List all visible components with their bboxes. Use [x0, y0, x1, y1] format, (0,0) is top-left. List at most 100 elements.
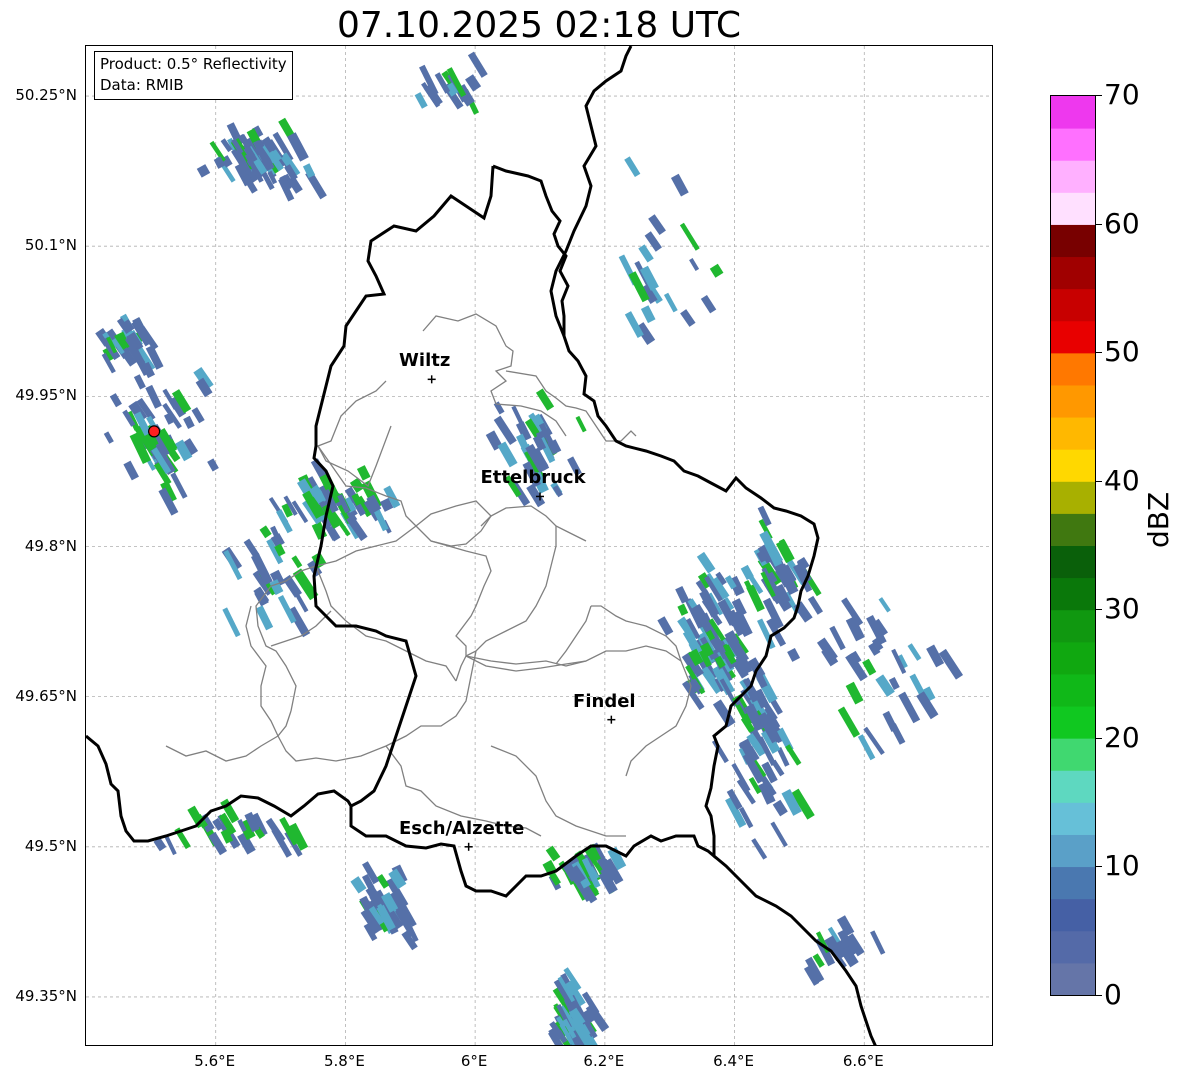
canton-boundary [245, 605, 279, 737]
latitude-tick-label: 49.35°N [15, 986, 77, 1005]
radar-echo-pixel [670, 173, 689, 197]
colorbar-segment [1051, 545, 1095, 579]
canton-boundary [555, 605, 592, 665]
radar-echo-pixel [882, 710, 898, 732]
radar-echo-pixel [624, 156, 641, 178]
radar-echo-pixel [878, 597, 891, 613]
radar-echo-pixel [259, 525, 272, 539]
colorbar-segment [1051, 930, 1095, 964]
longitude-tick-label: 5.8°E [324, 1052, 365, 1070]
colorbar-tick-mark [1096, 480, 1102, 482]
radar-echo-pixel [109, 393, 122, 408]
radar-echo-pixel [807, 595, 824, 615]
colorbar-segment [1051, 481, 1095, 514]
colorbar-segment [1051, 866, 1095, 900]
colorbar-segment [1051, 962, 1095, 995]
canton-boundary [422, 313, 567, 437]
radar-echo-pixel [938, 648, 964, 680]
canton-boundary [315, 565, 457, 682]
canton-boundary [270, 525, 417, 587]
longitude-tick-label: 6.6°E [842, 1052, 884, 1070]
radar-echo-pixel [837, 706, 861, 738]
colorbar-segment [1051, 352, 1095, 386]
colorbar-segment [1051, 770, 1095, 803]
colorbar-tick-mark [1096, 737, 1102, 739]
latitude-tick-label: 50.1°N [24, 236, 77, 255]
radar-echo-pixel [545, 845, 561, 862]
latitude-tick-label: 49.65°N [15, 686, 77, 705]
colorbar-tick-mark [1096, 866, 1102, 868]
radar-echo-pixel [829, 625, 846, 651]
colorbar-segment [1051, 160, 1095, 193]
latitude-tick-label: 49.5°N [24, 836, 77, 855]
colorbar-segment [1051, 834, 1095, 868]
colorbar-tick-label: 10 [1104, 849, 1140, 883]
latitude-tick-label: 50.25°N [15, 86, 77, 105]
radar-echo-pixel [145, 384, 162, 409]
radar-echo-pixel [575, 415, 587, 433]
radar-echo-pixel [709, 263, 724, 278]
colorbar-tick-label: 30 [1104, 592, 1140, 626]
national-borders [86, 46, 877, 1045]
radar-echo-pixel [467, 51, 488, 78]
canton-boundary [165, 735, 279, 762]
reflectivity-colorbar [1050, 95, 1096, 996]
colorbar-tick-mark [1096, 352, 1102, 354]
colorbar-tick-label: 0 [1104, 978, 1122, 1011]
radar-echo-pixel [164, 835, 177, 856]
radar-echo-pixel [907, 643, 922, 661]
latitude-tick-label: 49.95°N [15, 386, 77, 405]
product-line: Product: 0.5° Reflectivity [100, 55, 287, 73]
radar-echo-pixel [845, 616, 865, 642]
colorbar-tick-mark [1096, 95, 1102, 96]
radar-echo-pixel [680, 309, 696, 327]
colorbar-segment [1051, 706, 1095, 739]
city-label: Ettelbruck [480, 467, 586, 489]
colorbar-segment [1051, 128, 1095, 161]
radar-echo-pixel [196, 164, 211, 178]
colorbar-segment [1051, 384, 1095, 418]
radar-echo-pixel [772, 799, 788, 817]
latitude-tick-label: 49.8°N [24, 536, 77, 555]
radar-echo-pixel [222, 607, 241, 638]
colorbar-segment [1051, 609, 1095, 643]
colorbar-tick-mark [1096, 609, 1102, 611]
canton-boundary [465, 526, 557, 657]
radar-echo-pixel [751, 838, 768, 860]
colorbar-tick-label: 20 [1104, 720, 1140, 754]
colorbar-segment [1051, 673, 1095, 707]
colorbar-segment [1051, 320, 1095, 354]
radar-echoes [95, 51, 964, 1045]
longitude-tick-label: 6.4°E [713, 1052, 754, 1070]
colorbar-tick-label: 50 [1104, 335, 1140, 369]
colorbar-segment [1051, 577, 1095, 611]
canton-boundary [430, 540, 492, 682]
radar-echo-pixel [465, 74, 482, 92]
longitude-tick-label: 6.2°E [583, 1052, 625, 1070]
city-label: Findel [573, 690, 636, 712]
colorbar-segment [1051, 802, 1095, 835]
germany-border [549, 46, 633, 337]
radar-echo-pixel [356, 465, 371, 481]
radar-echo-pixel [770, 821, 788, 848]
colorbar-tick-label: 60 [1104, 206, 1140, 240]
radar-echo-pixel [103, 431, 114, 444]
gridlines [86, 46, 992, 1045]
radar-echo-pixel [565, 1044, 578, 1045]
colorbar-tick-mark [1096, 995, 1102, 996]
colorbar-label: dBZ [1142, 491, 1175, 548]
radar-echo-pixel [414, 92, 428, 109]
colorbar-segment [1051, 513, 1095, 546]
product-info-box: Product: 0.5° Reflectivity Data: RMIB [94, 51, 293, 100]
radar-site-marker [147, 425, 161, 438]
radar-echo-pixel [243, 538, 260, 559]
radar-echo-pixel [638, 244, 654, 263]
colorbar-tick-label: 70 [1104, 78, 1140, 111]
city-label: Wiltz [399, 350, 451, 372]
colorbar-segment [1051, 898, 1095, 932]
map-panel[interactable] [85, 45, 993, 1046]
canton-boundary [415, 500, 492, 527]
radar-echo-pixel [183, 415, 195, 430]
colorbar-segment [1051, 288, 1095, 322]
radar-echo-pixel [640, 305, 656, 324]
